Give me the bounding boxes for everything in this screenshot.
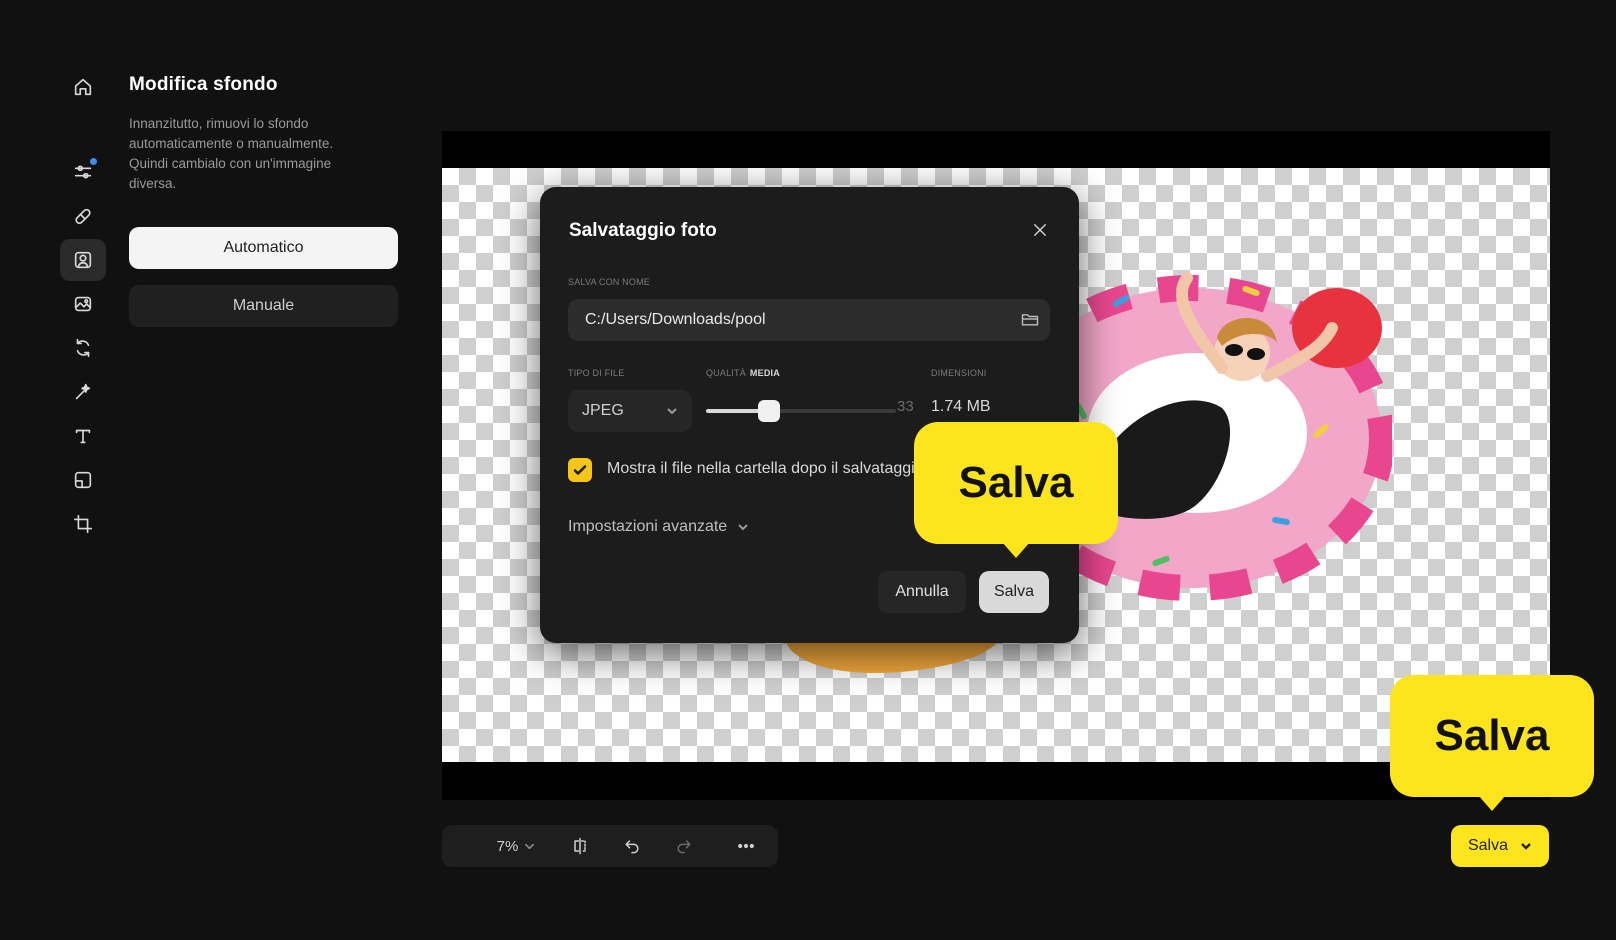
zoom-select[interactable]: 7% bbox=[486, 825, 546, 867]
file-type-value: JPEG bbox=[582, 402, 624, 419]
advanced-settings-toggle[interactable]: Impostazioni avanzate bbox=[568, 518, 749, 536]
bandage-icon bbox=[75, 208, 91, 225]
replace-icon bbox=[76, 338, 90, 358]
save-callout: Salva bbox=[1390, 675, 1594, 811]
portrait-icon bbox=[74, 251, 92, 269]
crop-icon bbox=[73, 514, 93, 534]
save-photo-dialog: Salvataggio foto Salva con nome C:/Users… bbox=[540, 187, 1079, 643]
crop-tool-button[interactable] bbox=[60, 503, 106, 545]
compare-button[interactable] bbox=[560, 825, 600, 867]
quality-level: MEDIA bbox=[749, 368, 780, 378]
quality-slider[interactable] bbox=[706, 400, 896, 422]
manual-button[interactable]: Manuale bbox=[129, 285, 398, 327]
file-type-label: Tipo di file bbox=[568, 368, 625, 378]
close-icon bbox=[1034, 224, 1046, 236]
browse-folder-button[interactable] bbox=[1020, 309, 1042, 331]
layout-tool-button[interactable] bbox=[60, 459, 106, 501]
chevron-down-icon bbox=[738, 524, 748, 531]
text-tool-button[interactable] bbox=[60, 415, 106, 457]
slider-thumb[interactable] bbox=[757, 400, 780, 422]
main-save-label: Salva bbox=[1467, 837, 1509, 854]
close-dialog-button[interactable] bbox=[1027, 217, 1053, 243]
advanced-settings-label: Impostazioni avanzate bbox=[568, 518, 728, 535]
automatic-button[interactable]: Automatico bbox=[129, 227, 398, 269]
size-label: Dimensioni bbox=[931, 368, 987, 378]
canvas-toolbar: 7% bbox=[442, 825, 778, 867]
compare-icon bbox=[574, 837, 586, 855]
redo-button[interactable] bbox=[664, 825, 704, 867]
chevron-down-icon bbox=[525, 843, 535, 849]
show-in-folder-checkbox[interactable] bbox=[568, 458, 592, 482]
undo-icon bbox=[625, 840, 639, 854]
home-button[interactable] bbox=[60, 66, 106, 108]
background-tool-button[interactable] bbox=[60, 239, 106, 281]
home-icon bbox=[74, 78, 92, 96]
file-size-value: 1.74 MB bbox=[931, 398, 991, 415]
quality-label-row: Qualità MEDIA bbox=[706, 368, 780, 378]
text-icon bbox=[75, 429, 91, 444]
adjust-tool-button[interactable] bbox=[60, 151, 106, 193]
quality-label: Qualità bbox=[706, 368, 746, 378]
background-panel: Modifica sfondo Innanzitutto, rimuovi lo… bbox=[129, 74, 399, 327]
retouch-tool-button[interactable] bbox=[60, 195, 106, 237]
more-icon bbox=[738, 843, 754, 849]
image-edit-tool-button[interactable] bbox=[60, 283, 106, 325]
file-path-input[interactable]: C:/Users/Downloads/pool bbox=[568, 299, 1050, 341]
magic-tool-button[interactable] bbox=[60, 371, 106, 413]
notification-dot bbox=[90, 158, 97, 165]
redo-icon bbox=[677, 840, 691, 854]
file-path-value: C:/Users/Downloads/pool bbox=[585, 311, 766, 328]
image-edit-icon bbox=[74, 296, 92, 312]
layout-icon bbox=[74, 471, 92, 489]
panel-description: Innanzitutto, rimuovi lo sfondo automati… bbox=[129, 116, 334, 191]
file-type-select[interactable]: JPEG bbox=[568, 390, 692, 432]
show-in-folder-label[interactable]: Mostra il file nella cartella dopo il sa… bbox=[607, 460, 927, 478]
undo-button[interactable] bbox=[612, 825, 652, 867]
replace-tool-button[interactable] bbox=[60, 327, 106, 369]
magic-wand-icon bbox=[75, 383, 91, 400]
more-options-button[interactable] bbox=[724, 825, 768, 867]
chevron-down-icon bbox=[1521, 843, 1531, 850]
chevron-down-icon bbox=[667, 408, 677, 415]
save-callout: Salva bbox=[914, 422, 1118, 558]
main-save-button[interactable]: Salva bbox=[1451, 825, 1549, 867]
panel-title: Modifica sfondo bbox=[129, 74, 278, 95]
quality-value: 33 bbox=[897, 398, 914, 415]
dialog-title: Salvataggio foto bbox=[569, 220, 717, 241]
save-as-label: Salva con nome bbox=[568, 277, 650, 287]
dialog-save-button[interactable]: Salva bbox=[979, 571, 1049, 613]
cancel-button[interactable]: Annulla bbox=[878, 571, 966, 613]
folder-icon bbox=[1021, 314, 1039, 326]
checkmark-icon bbox=[573, 465, 587, 475]
zoom-value: 7% bbox=[496, 837, 519, 855]
